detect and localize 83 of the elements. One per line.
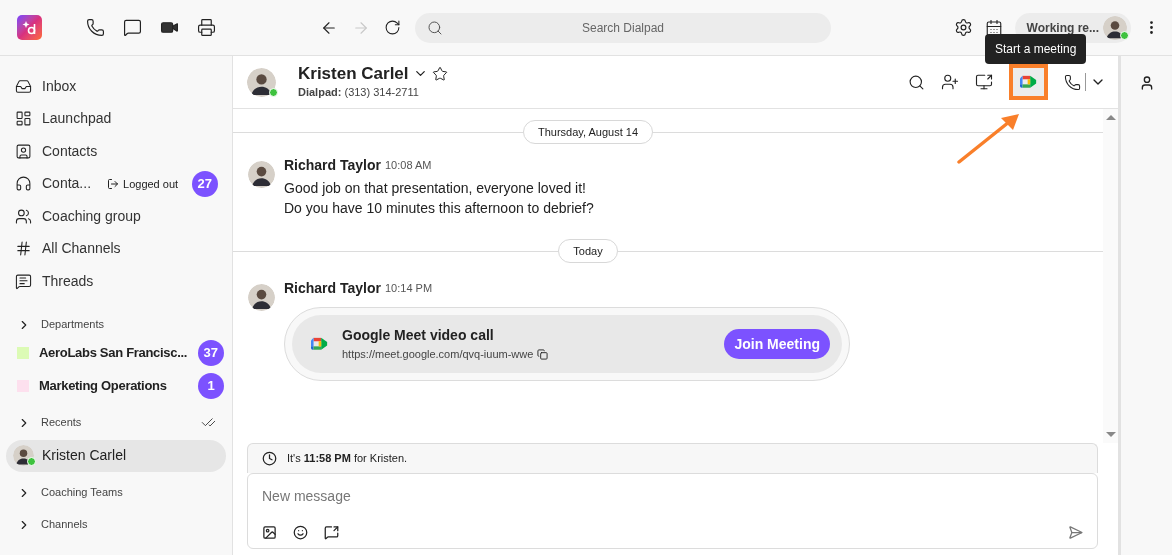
contact-card-icon: [15, 142, 32, 160]
users-icon: [15, 207, 32, 225]
video-camera-icon: [1020, 75, 1037, 89]
author-name: Richard Taylor: [284, 279, 381, 298]
nav-item[interactable]: Coaching group: [6, 200, 226, 233]
nav-item[interactable]: Contacts: [6, 135, 226, 168]
inbox-icon: [15, 77, 32, 95]
send-icon[interactable]: [1068, 525, 1083, 540]
section-header[interactable]: Coaching Teams: [6, 481, 226, 504]
phone-icon[interactable]: [86, 18, 105, 37]
nav-label: Coaching group: [42, 206, 141, 226]
headphones-icon: [15, 175, 32, 193]
section-header[interactable]: Departments: [6, 313, 226, 336]
meeting-link[interactable]: https://meet.google.com/qvq-iuum-wwe: [342, 346, 534, 363]
search-icon: [427, 19, 443, 36]
calendar-icon[interactable]: [984, 18, 1003, 37]
count-badge: 27: [191, 170, 218, 197]
nav-item[interactable]: Conta... Logged out 27: [6, 167, 226, 200]
tooltip: Start a meeting: [985, 34, 1087, 64]
nav-item[interactable]: Inbox: [6, 70, 226, 103]
chat-share-icon[interactable]: [324, 525, 339, 540]
contact-title: Kristen Carlel: [298, 63, 409, 84]
avatar: [248, 284, 275, 311]
nav-item[interactable]: Threads: [6, 265, 226, 298]
avatar: [248, 161, 275, 188]
message-text: Good job on that presentation, everyone loved it! Do you have 10 minutes this afternoon to debrief?: [284, 179, 594, 218]
nav-label: Conta...: [42, 174, 92, 194]
avatar: [247, 67, 276, 97]
department-item[interactable]: Marketing Operations 1: [6, 369, 226, 402]
section-header[interactable]: Recents: [6, 411, 226, 434]
clock-icon: [262, 451, 277, 466]
search-field[interactable]: Search Dialpad: [415, 12, 831, 43]
department-label: AeroLabs San Francisc...: [39, 343, 188, 362]
settings-icon[interactable]: [953, 18, 973, 37]
call-icon[interactable]: [1064, 73, 1081, 91]
status-text: Working re...: [1026, 19, 1099, 37]
nav-item[interactable]: Launchpad: [6, 102, 226, 135]
department-label: Marketing Operations: [39, 376, 167, 395]
section-title: Coaching Teams: [41, 485, 123, 501]
join-meeting-button[interactable]: Join Meeting: [724, 329, 830, 359]
phone-line: Dialpad: (313) 314-2711: [298, 84, 420, 100]
section-title: Departments: [41, 317, 104, 333]
nav-label: Inbox: [42, 76, 77, 96]
nav-label: Launchpad: [42, 109, 112, 129]
status-label: Logged out: [123, 176, 179, 192]
department-item[interactable]: AeroLabs San Francisc... 37: [6, 336, 226, 369]
dashboard-icon: [15, 110, 32, 128]
message-time: 10:14 PM: [385, 281, 433, 297]
chat-icon[interactable]: [123, 18, 142, 37]
reload-icon[interactable]: [384, 19, 401, 36]
search-icon[interactable]: [908, 73, 925, 91]
nav-label: Threads: [42, 271, 94, 291]
nav-item[interactable]: All Channels: [6, 232, 226, 265]
nav-label: Contacts: [42, 141, 98, 161]
author-name: Richard Taylor: [284, 156, 381, 175]
meeting-title: Google Meet video call: [342, 326, 495, 346]
local-time-text: It's 11:58 PM for Kristen.: [287, 451, 408, 467]
recent-contact[interactable]: Kristen Carlel: [6, 439, 226, 472]
message-time: 10:08 AM: [385, 158, 432, 174]
section-title: Recents: [41, 415, 82, 431]
message-composer[interactable]: New message: [247, 473, 1098, 549]
meet-button[interactable]: [1009, 64, 1048, 100]
screen-share-icon[interactable]: [975, 73, 993, 91]
star-icon[interactable]: [431, 65, 448, 82]
message-input[interactable]: New message: [262, 486, 1083, 507]
video-camera-icon: [311, 337, 328, 351]
app-logo-icon[interactable]: [17, 15, 42, 40]
count-badge: 37: [197, 339, 224, 366]
avatar: [1103, 15, 1127, 40]
image-icon[interactable]: [262, 525, 277, 540]
smile-icon[interactable]: [293, 525, 308, 540]
section-header[interactable]: Channels: [6, 513, 226, 536]
copy-icon[interactable]: [537, 349, 549, 360]
section-title: Channels: [41, 517, 88, 533]
annotation-arrow: [957, 112, 1021, 164]
nav-label: All Channels: [42, 239, 121, 259]
add-person-icon[interactable]: [941, 73, 959, 91]
message-lines-icon: [15, 272, 32, 290]
hash-icon: [15, 240, 32, 258]
count-badge: 1: [198, 372, 224, 399]
printer-icon[interactable]: [197, 18, 216, 37]
contact-name: Kristen Carlel: [42, 446, 127, 465]
logout-icon: [107, 177, 120, 190]
